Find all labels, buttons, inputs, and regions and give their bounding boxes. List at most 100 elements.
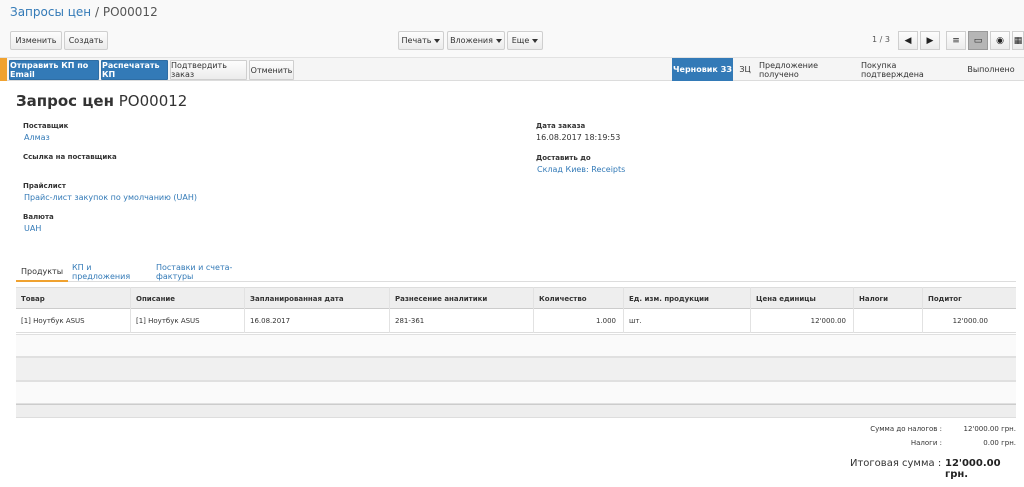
edit-button-label: Изменить [15, 36, 57, 45]
status-done-label: Выполнено [967, 65, 1015, 74]
cell-quantity: 1.000 [595, 317, 616, 325]
pricelist-field[interactable]: Прайс-лист закупок по умолчанию (UAH) [24, 193, 197, 202]
cell-product: [1] Ноутбук ASUS [21, 317, 85, 325]
tab-products-label: Продукты [20, 266, 64, 276]
deliver-to-field[interactable]: Склад Киев: Receipts [537, 165, 625, 174]
breadcrumb: Запросы цен / PO00012 [10, 5, 158, 19]
map-icon: ◉ [996, 35, 1004, 46]
vendor-label: Поставщик [23, 122, 69, 130]
more-dropdown-label: Еще [511, 36, 530, 45]
tab-deliveries-invoices[interactable]: Поставки и счета-фактуры [156, 262, 266, 282]
order-date-field[interactable]: 16.08.2017 18:19:53 [536, 133, 620, 142]
breadcrumb-parent-link[interactable]: Запросы цен [10, 5, 91, 19]
calendar-view-button[interactable]: ▦ [1012, 31, 1024, 50]
notebook-tabs: Продукты КП и предложения Поставки и сче… [16, 262, 1016, 282]
cell-unit-price: 12'000.00 [810, 317, 846, 325]
breadcrumb-separator: / [94, 5, 100, 19]
total-amount-value: 12'000.00 грн. [945, 458, 1001, 480]
status-done: Выполнено [964, 58, 1018, 81]
column-header-scheduled-date[interactable]: Запланированная дата [250, 295, 344, 303]
untaxed-amount-label: Сумма до налогов : [870, 425, 942, 433]
pricelist-label: Прайслист [23, 182, 66, 190]
map-view-button[interactable]: ◉ [990, 31, 1010, 50]
attachments-dropdown-label: Вложения [450, 36, 493, 45]
caret-down-icon [532, 38, 539, 43]
print-rfq-button[interactable]: Распечатать КП [101, 60, 168, 80]
list-icon: ≡ [952, 35, 960, 46]
cell-analytic: 281-361 [395, 317, 425, 325]
tab-products[interactable]: Продукты [16, 262, 68, 282]
status-purchase-confirmed-label: Покупка подтверждена [861, 60, 924, 79]
status-rfq: ЗЦ [735, 58, 755, 81]
chevron-left-icon: ◀ [904, 35, 912, 46]
print-dropdown-button[interactable]: Печать [398, 31, 444, 50]
send-rfq-email-button[interactable]: Отправить КП по Email [9, 60, 99, 80]
cell-scheduled-date: 16.08.2017 [250, 317, 291, 325]
column-header-description[interactable]: Описание [136, 295, 175, 303]
pager-value: 1 / 3 [872, 35, 890, 44]
currency-field[interactable]: UAH [24, 224, 41, 233]
taxes-amount-label: Налоги : [910, 439, 942, 447]
tab-rfq-bids[interactable]: КП и предложения [72, 262, 150, 282]
create-button[interactable]: Создать [64, 31, 108, 50]
table-header: Товар Описание Запланированная дата Разн… [16, 287, 1016, 309]
table-empty-row [16, 357, 1016, 381]
cell-uom: шт. [629, 317, 642, 325]
column-divider [533, 287, 534, 333]
page-title-ref: PO00012 [118, 92, 188, 110]
attachments-dropdown-button[interactable]: Вложения [447, 31, 505, 50]
list-view-button[interactable]: ≡ [946, 31, 966, 50]
tab-deliveries-invoices-label: Поставки и счета-фактуры [156, 263, 233, 281]
column-divider [853, 287, 854, 333]
column-header-unit-price[interactable]: Цена единицы [756, 295, 816, 303]
order-date-label: Дата заказа [536, 122, 586, 130]
column-header-product[interactable]: Товар [21, 295, 45, 303]
status-bid-received: Предложение получено [759, 58, 857, 81]
column-divider [389, 287, 390, 333]
table-footer [16, 404, 1016, 418]
edit-button[interactable]: Изменить [10, 31, 62, 50]
deliver-to-label: Доставить до [536, 154, 591, 162]
column-header-uom[interactable]: Ед. изм. продукции [629, 295, 709, 303]
status-bid-received-label: Предложение получено [759, 60, 819, 79]
print-dropdown-label: Печать [401, 36, 432, 45]
pager-next-button[interactable]: ▶ [920, 31, 940, 50]
total-amount-label: Итоговая сумма : [850, 458, 942, 469]
chevron-right-icon: ▶ [926, 35, 934, 46]
cell-subtotal: 12'000.00 [952, 317, 988, 325]
tab-rfq-bids-label: КП и предложения [72, 263, 131, 281]
table-row[interactable]: [1] Ноутбук ASUS [1] Ноутбук ASUS 16.08.… [16, 309, 1016, 333]
create-button-label: Создать [68, 36, 104, 45]
column-divider [750, 287, 751, 333]
column-divider [244, 287, 245, 333]
column-header-quantity[interactable]: Количество [539, 295, 587, 303]
accent-marker [0, 58, 7, 81]
page-title-label: Запрос цен [16, 92, 114, 110]
caret-down-icon [495, 38, 502, 43]
pager-previous-button[interactable]: ◀ [898, 31, 918, 50]
column-header-subtotal[interactable]: Подитог [928, 295, 962, 303]
calendar-icon: ▦ [1013, 35, 1023, 46]
form-view-button[interactable]: ▭ [968, 31, 988, 50]
untaxed-amount-value: 12'000.00 грн. [963, 425, 1016, 433]
status-rfq-label: ЗЦ [739, 65, 751, 74]
more-dropdown-button[interactable]: Еще [507, 31, 543, 50]
print-rfq-label: Распечатать КП [102, 61, 160, 79]
currency-label: Валюта [23, 213, 54, 221]
column-header-analytic[interactable]: Разнесение аналитики [395, 295, 487, 303]
table-empty-row [16, 381, 1016, 404]
page-title: Запрос цен PO00012 [16, 92, 187, 110]
column-header-taxes[interactable]: Налоги [859, 295, 888, 303]
confirm-order-label: Подтвердить заказ [171, 61, 227, 79]
cancel-label: Отменить [250, 65, 293, 75]
status-draft-label: Черновик ЗЗ [673, 65, 732, 74]
form-icon: ▭ [973, 35, 983, 46]
status-purchase-confirmed: Покупка подтверждена [861, 58, 961, 81]
caret-down-icon [434, 38, 441, 43]
confirm-order-button[interactable]: Подтвердить заказ [170, 60, 247, 80]
vendor-field[interactable]: Алмаз [24, 133, 50, 142]
vendor-ref-label: Ссылка на поставщика [23, 153, 117, 161]
column-divider [130, 287, 131, 333]
cancel-button[interactable]: Отменить [249, 60, 294, 80]
send-rfq-email-label: Отправить КП по Email [10, 61, 89, 79]
